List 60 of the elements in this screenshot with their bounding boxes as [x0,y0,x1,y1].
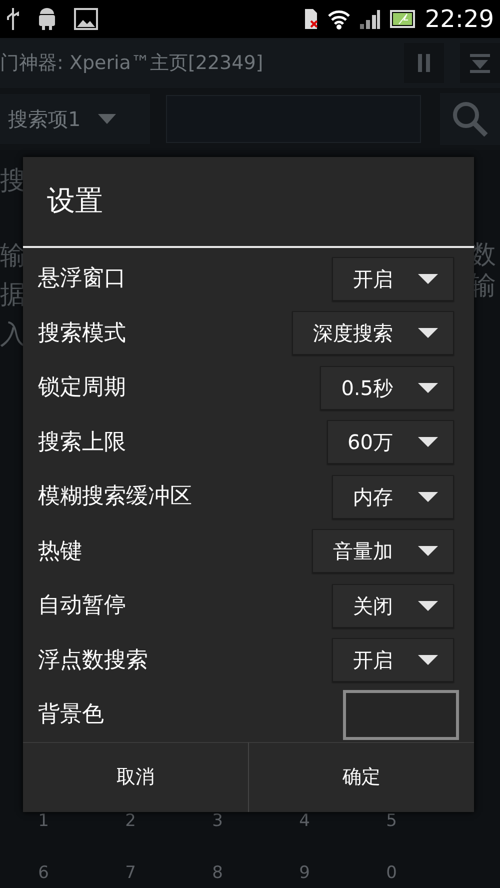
caret-icon [417,272,439,285]
setting-label: 热键 [38,538,82,566]
setting-label: 搜索模式 [38,320,126,348]
pause-icon [417,53,431,73]
key-label: 5 [385,811,398,831]
setting-label: 浮点数搜索 [38,646,148,675]
caret-icon [417,490,439,503]
key-label: 2 [124,811,137,831]
background-text: 搜 [0,166,26,198]
color-swatch[interactable] [343,690,459,740]
caret-icon [417,436,439,448]
android-icon [36,7,58,31]
key-label: 6 [37,863,50,883]
download-button[interactable] [460,43,500,83]
sim-card-icon [302,7,319,31]
caret-icon [417,382,439,394]
cancel-button[interactable]: 取消 [23,742,248,812]
search-button[interactable] [440,93,500,145]
clock-time: 22:29 [424,4,494,35]
background-text: 入 [0,320,26,351]
dropdown[interactable]: 60万 [326,420,454,464]
key-label: 4 [298,811,311,831]
app-title: 门神器: Xperia™主页[22349] [0,50,264,76]
signal-icon [358,8,381,30]
key-label: 0 [385,863,398,883]
caret-icon [417,600,439,612]
setting-label: 悬浮窗口 [38,265,126,294]
dropdown[interactable]: 0.5秒 [320,366,454,410]
battery-icon [388,9,417,29]
dropdown[interactable]: 深度搜索 [292,311,454,356]
usb-icon [6,7,20,31]
dropdown[interactable]: 内存 [332,474,454,519]
dropdown[interactable]: 开启 [332,638,454,682]
wifi-icon [326,8,351,30]
caret-icon [417,654,439,666]
key-label: 7 [124,863,137,883]
setting-label: 锁定周期 [38,374,126,402]
setting-label: 背景色 [38,701,104,730]
caret-icon [417,545,439,558]
download-icon [469,53,491,73]
key-label: 9 [298,863,311,883]
dropdown[interactable]: 开启 [332,256,454,301]
background-text: 输 [0,241,26,272]
dialog-title: 设置 [23,157,474,248]
setting-label: 搜索上限 [38,428,126,457]
dropdown[interactable]: 关闭 [332,584,454,628]
image-icon [74,8,98,30]
setting-label: 模糊搜索缓冲区 [38,483,192,512]
search-spinner[interactable]: 搜索项1 [0,94,150,144]
ok-button[interactable]: 确定 [248,742,474,812]
pause-button[interactable] [404,43,444,83]
background-text: 据 [0,280,26,312]
caret-icon [417,327,439,340]
search-icon [452,101,488,137]
key-label: 3 [211,811,224,831]
setting-label: 自动暂停 [38,592,126,620]
caret-icon [96,113,117,125]
key-label: 8 [211,863,224,883]
key-label: 1 [37,811,50,831]
dropdown[interactable]: 音量加 [312,529,454,574]
